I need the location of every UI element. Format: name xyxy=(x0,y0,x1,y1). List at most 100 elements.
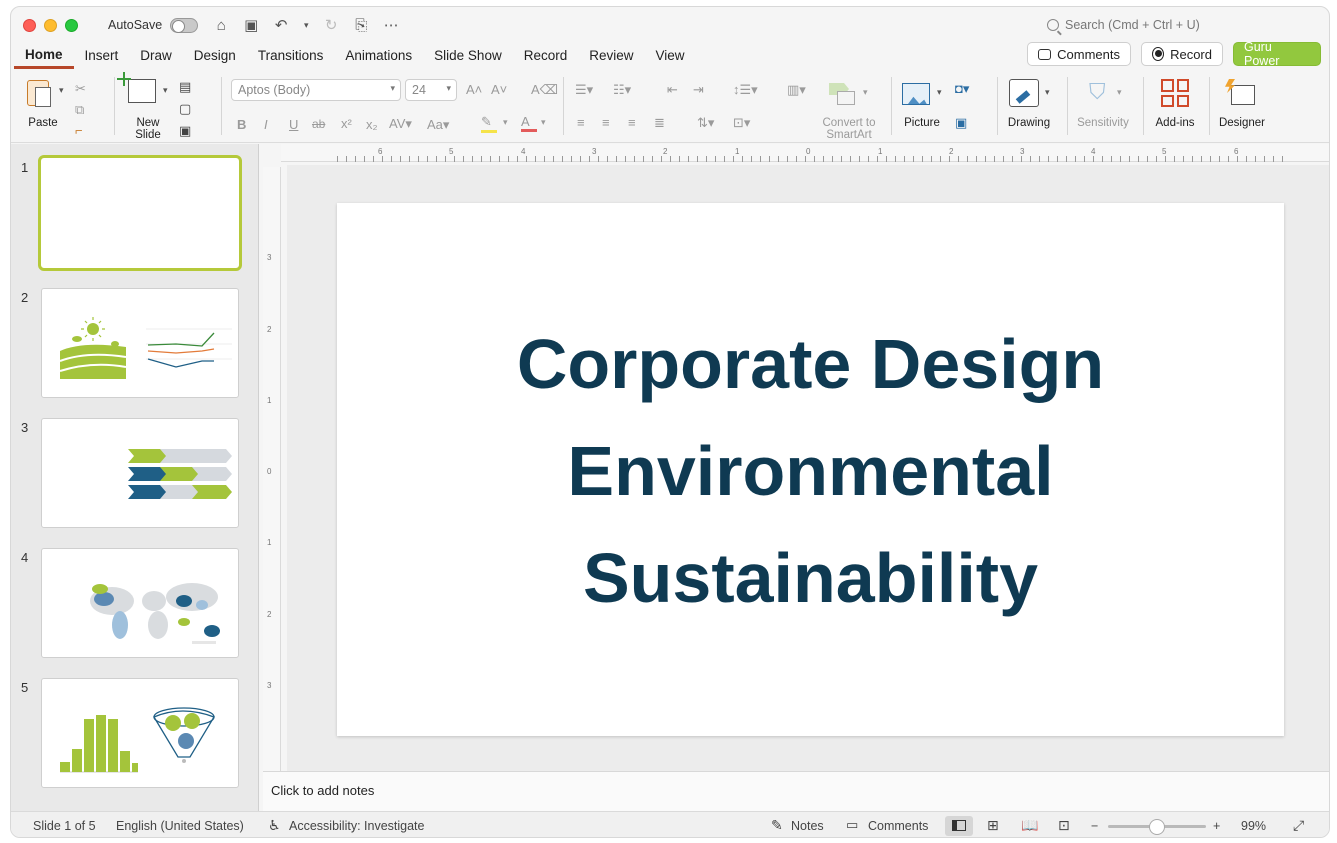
redo-icon[interactable]: ↻ xyxy=(322,16,340,34)
font-color-dropdown-icon[interactable]: ▾ xyxy=(541,117,546,128)
tab-review[interactable]: Review xyxy=(578,45,644,67)
section-icon[interactable]: ▣ xyxy=(179,123,191,139)
paste-label[interactable]: Paste xyxy=(23,117,63,129)
slide-thumbnail-5[interactable] xyxy=(41,678,239,788)
zoom-level[interactable]: 99% xyxy=(1241,819,1266,833)
underline-button[interactable]: U xyxy=(289,117,298,132)
zoom-window-button[interactable] xyxy=(65,18,78,32)
shapes-icon[interactable]: ◘▾ xyxy=(955,81,969,97)
reset-icon[interactable]: ▢ xyxy=(179,101,191,117)
addins-icon[interactable] xyxy=(1161,79,1189,107)
character-spacing-icon[interactable]: AV▾ xyxy=(389,116,412,132)
zoom-out-button[interactable]: − xyxy=(1091,819,1098,833)
more-icon[interactable]: ⋯ xyxy=(382,16,400,34)
numbering-icon[interactable]: ☷▾ xyxy=(613,82,631,98)
current-slide[interactable]: Corporate Design Environmental Sustainab… xyxy=(337,203,1284,736)
picture-label[interactable]: Picture xyxy=(897,117,947,129)
tab-design[interactable]: Design xyxy=(183,45,247,67)
undo-dropdown-icon[interactable]: ▾ xyxy=(302,20,310,31)
columns-icon[interactable]: ▥▾ xyxy=(787,82,806,98)
align-left-icon[interactable]: ≡ xyxy=(577,115,585,130)
layout-icon[interactable]: ▤ xyxy=(179,79,191,95)
tab-insert[interactable]: Insert xyxy=(74,45,130,67)
grow-font-icon[interactable]: A˄ xyxy=(466,82,482,97)
undo-icon[interactable]: ↶ xyxy=(272,16,290,34)
line-spacing-icon[interactable]: ↕☰▾ xyxy=(733,82,758,98)
bullets-icon[interactable]: ☰▾ xyxy=(575,82,593,98)
font-name-select[interactable]: Aptos (Body) ▾ xyxy=(231,79,401,101)
align-right-icon[interactable]: ≡ xyxy=(628,115,636,130)
font-color-icon[interactable]: A xyxy=(521,114,537,132)
sensitivity-icon[interactable]: ⛉ xyxy=(1089,79,1106,105)
slide-thumbnail-4[interactable] xyxy=(41,548,239,658)
tab-view[interactable]: View xyxy=(645,45,696,67)
search-box[interactable]: Search (Cmd + Ctrl + U) xyxy=(1047,18,1200,32)
designer-label[interactable]: Designer xyxy=(1214,117,1270,129)
autosave-toggle[interactable] xyxy=(170,17,199,33)
sensitivity-dropdown-icon[interactable]: ▾ xyxy=(1117,87,1122,98)
new-slide-icon[interactable] xyxy=(117,72,156,103)
increase-indent-icon[interactable]: ⇥ xyxy=(693,82,704,98)
slideshow-view-icon[interactable]: ⊡ xyxy=(1058,817,1070,834)
smartart-icon[interactable] xyxy=(829,83,855,105)
font-size-select[interactable]: 24 ▾ xyxy=(405,79,457,101)
copy-icon[interactable]: ⧉ xyxy=(75,102,84,118)
comments-button[interactable]: Comments xyxy=(1027,42,1131,66)
addins-label[interactable]: Add-ins xyxy=(1149,117,1201,129)
drawing-dropdown-icon[interactable]: ▾ xyxy=(1045,87,1050,98)
highlight-dropdown-icon[interactable]: ▾ xyxy=(503,117,508,128)
new-slide-label[interactable]: New xyxy=(128,117,168,129)
align-text-icon[interactable]: ⊡▾ xyxy=(733,115,750,131)
tab-draw[interactable]: Draw xyxy=(129,45,183,67)
new-slide-dropdown-icon[interactable]: ▾ xyxy=(163,85,168,96)
zoom-in-button[interactable]: + xyxy=(1213,819,1220,833)
superscript-icon[interactable]: x² xyxy=(341,116,352,131)
strikethrough-button[interactable]: ab xyxy=(312,117,325,131)
convert-smartart-label-2[interactable]: SmartArt xyxy=(817,129,881,141)
tab-slide-show[interactable]: Slide Show xyxy=(423,45,513,67)
text-direction-icon[interactable]: ⇅▾ xyxy=(697,115,714,131)
sensitivity-label[interactable]: Sensitivity xyxy=(1073,117,1133,129)
tab-transitions[interactable]: Transitions xyxy=(247,45,335,67)
record-button[interactable]: Record xyxy=(1141,42,1223,66)
tab-home[interactable]: Home xyxy=(14,44,74,69)
fit-slide-icon[interactable]: ⤢ xyxy=(1293,817,1304,834)
subscript-icon[interactable]: x₂ xyxy=(366,117,378,132)
notes-toggle[interactable]: Notes xyxy=(791,819,824,833)
change-case-icon[interactable]: Aa▾ xyxy=(427,117,449,133)
slide-thumbnail-2[interactable] xyxy=(41,288,239,398)
save-icon[interactable]: ▣ xyxy=(242,16,260,34)
shrink-font-icon[interactable]: A˅ xyxy=(491,82,507,97)
decrease-indent-icon[interactable]: ⇤ xyxy=(667,82,678,98)
format-painter-icon[interactable]: ⌐ xyxy=(75,123,83,138)
minimize-window-button[interactable] xyxy=(44,18,57,32)
slide-thumbnail-1[interactable] xyxy=(38,155,242,271)
home-icon[interactable]: ⌂ xyxy=(212,17,230,34)
slide-title[interactable]: Corporate Design Environmental Sustainab… xyxy=(337,311,1284,632)
normal-view-button[interactable] xyxy=(945,816,973,836)
picture-dropdown-icon[interactable]: ▾ xyxy=(937,87,942,98)
smartart-dropdown-icon[interactable]: ▾ xyxy=(863,87,868,98)
paste-dropdown-icon[interactable]: ▾ xyxy=(59,85,64,96)
notes-icon[interactable]: ✎ xyxy=(771,817,783,834)
highlight-icon[interactable]: ✎ xyxy=(481,114,497,133)
tab-animations[interactable]: Animations xyxy=(334,45,423,67)
new-slide-label-2[interactable]: Slide xyxy=(128,129,168,141)
paste-icon[interactable] xyxy=(27,77,53,107)
zoom-slider-handle[interactable] xyxy=(1149,819,1165,835)
slide-sorter-view-icon[interactable]: ⊞ xyxy=(987,817,999,834)
save-as-icon[interactable]: ⎘ xyxy=(352,17,370,34)
slide-thumbnail-3[interactable] xyxy=(41,418,239,528)
accessibility-status[interactable]: Accessibility: Investigate xyxy=(289,819,424,833)
drawing-label[interactable]: Drawing xyxy=(1004,117,1054,129)
language-indicator[interactable]: English (United States) xyxy=(116,819,244,833)
notes-pane[interactable]: Click to add notes xyxy=(263,771,1329,811)
clear-formatting-icon[interactable]: A⌫ xyxy=(531,82,558,98)
text-box-icon[interactable]: ▣ xyxy=(955,115,967,131)
align-center-icon[interactable]: ≡ xyxy=(602,115,610,130)
accessibility-icon[interactable]: ♿ xyxy=(268,817,281,834)
designer-icon[interactable] xyxy=(1225,79,1255,107)
tab-record[interactable]: Record xyxy=(513,45,579,67)
bold-button[interactable]: B xyxy=(237,117,246,132)
comments-toggle[interactable]: Comments xyxy=(868,819,928,833)
